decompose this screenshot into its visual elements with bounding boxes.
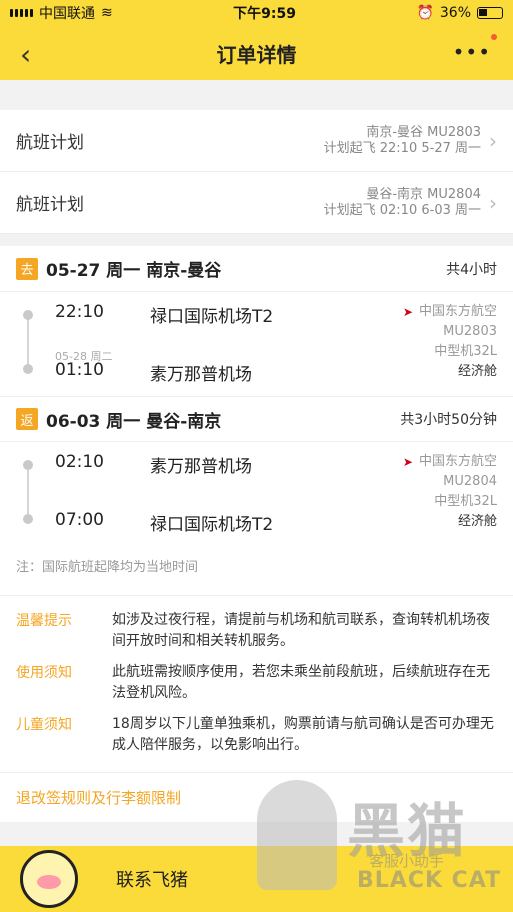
flight-plan-label: 航班计划	[16, 195, 84, 215]
battery-icon	[477, 7, 503, 19]
status-left: 中国联通 ≋	[10, 3, 113, 23]
flight-plan-schedule: 计划起飞 22:10 5-27 周一	[323, 140, 481, 156]
flight-plan-route: 曼谷-南京 MU2804	[366, 186, 481, 202]
tip-value: 如涉及过夜行程，请提前与机场和航司联系，查询转机机场夜间开放时间和相关转机服务。	[112, 612, 490, 649]
outbound-tag: 去	[16, 257, 38, 280]
airline-name: 中国东方航空	[418, 304, 497, 319]
nav-bar: ‹ 订单详情 •••	[0, 26, 513, 80]
airline-info: ➤ 中国东方航空 MU2803 中型机32L 经济舱	[403, 302, 497, 382]
flight-number: MU2803	[443, 324, 497, 339]
carrier-label: 中国联通	[39, 6, 95, 22]
fliggy-mascot-icon	[20, 850, 78, 908]
arrive-time: 01:10	[55, 360, 104, 380]
tip-key: 儿童须知	[16, 717, 72, 733]
status-bar: 中国联通 ≋ 下午9:59 ⏰ 36%	[0, 0, 513, 26]
leg-title: 06-03 周一 曼谷-南京	[46, 411, 222, 432]
spacer	[0, 234, 513, 246]
alarm-icon: ⏰	[416, 5, 434, 21]
aircraft-type: 中型机32L	[434, 494, 497, 509]
cabin-class: 经济舱	[457, 514, 497, 529]
refund-rules-link[interactable]: 退改签规则及行李额限制	[16, 789, 181, 807]
notification-dot	[491, 34, 497, 40]
footer-bar: 联系飞猪	[0, 846, 513, 912]
tip-value: 此航班需按顺序使用，若您未乘坐前段航班，后续航班存在无法登机风险。	[112, 664, 490, 701]
timeline-line	[27, 312, 29, 368]
timeline-dot	[23, 514, 33, 524]
leg-header-outbound: 去 05-27 周一 南京-曼谷 共4小时	[0, 246, 513, 292]
airline-info: ➤ 中国东方航空 MU2804 中型机32L 经济舱	[403, 452, 497, 532]
tip-key: 使用须知	[16, 665, 72, 681]
china-eastern-logo-icon: ➤	[402, 455, 413, 469]
flight-plan-label: 航班计划	[16, 133, 84, 153]
leg-title: 05-27 周一 南京-曼谷	[46, 261, 222, 281]
tip-item: 温馨提示 如涉及过夜行程，请提前与机场和航司联系，查询转机机场夜间开放时间和相关…	[16, 610, 497, 652]
clock: 下午9:59	[233, 6, 296, 22]
timeline-dot	[23, 364, 33, 374]
depart-airport: 禄口国际机场T2	[150, 307, 274, 327]
spacer	[0, 80, 513, 110]
contact-fliggy-button[interactable]: 联系飞猪	[116, 866, 188, 892]
tip-item: 儿童须知 18周岁以下儿童单独乘机，购票前请与航司确认是否可办理无成人陪伴服务，…	[16, 714, 497, 756]
flight-plan-row-1[interactable]: 航班计划 南京-曼谷 MU2803 计划起飞 22:10 5-27 周一 ›	[0, 110, 513, 172]
flight-plan-schedule: 计划起飞 02:10 6-03 周一	[323, 202, 481, 218]
cabin-class: 经济舱	[457, 364, 497, 379]
timeline-dot	[23, 460, 33, 470]
flight-plan-route: 南京-曼谷 MU2803	[366, 124, 481, 140]
flight-number: MU2804	[443, 474, 497, 489]
wifi-icon: ≋	[101, 5, 113, 21]
timeline-dot	[23, 310, 33, 320]
rules-row: 退改签规则及行李额限制	[0, 772, 513, 822]
more-icon[interactable]: •••	[453, 40, 491, 64]
tips-section: 温馨提示 如涉及过夜行程，请提前与机场和航司联系，查询转机机场夜间开放时间和相关…	[0, 595, 513, 772]
aircraft-type: 中型机32L	[434, 344, 497, 359]
signal-icon	[10, 9, 33, 17]
arrive-airport: 素万那普机场	[150, 365, 252, 385]
page-title: 订单详情	[216, 42, 297, 67]
flight-detail-card: 去 05-27 周一 南京-曼谷 共4小时 22:10 禄口国际机场T2 05-…	[0, 246, 513, 595]
depart-time: 22:10	[55, 302, 104, 322]
depart-time: 02:10	[55, 452, 104, 472]
flight-plan-info: 南京-曼谷 MU2803 计划起飞 22:10 5-27 周一 ›	[324, 125, 497, 157]
leg-duration: 共4小时	[446, 261, 497, 278]
leg-body-return: 02:10 素万那普机场 07:00 禄口国际机场T2 ➤ 中国东方航空 MU28…	[0, 442, 513, 546]
local-time-note: 注：国际航班起降均为当地时间	[16, 560, 199, 575]
back-icon[interactable]: ‹	[20, 38, 31, 71]
battery-percent: 36%	[439, 5, 471, 21]
flight-plan-row-2[interactable]: 航班计划 曼谷-南京 MU2804 计划起飞 02:10 6-03 周一 ›	[0, 172, 513, 234]
arrive-airport: 禄口国际机场T2	[150, 515, 274, 535]
status-right: ⏰ 36%	[416, 5, 503, 21]
return-tag: 返	[16, 408, 38, 430]
flight-plan-info: 曼谷-南京 MU2804 计划起飞 02:10 6-03 周一 ›	[324, 187, 497, 219]
arrive-time: 07:00	[55, 510, 104, 530]
timeline-line	[27, 462, 29, 518]
leg-body-outbound: 22:10 禄口国际机场T2 05-28 周二 01:10 素万那普机场 ➤ 中国…	[0, 292, 513, 396]
depart-airport: 素万那普机场	[150, 457, 252, 477]
tip-item: 使用须知 此航班需按顺序使用，若您未乘坐前段航班，后续航班存在无法登机风险。	[16, 662, 497, 704]
chevron-right-icon: ›	[489, 190, 497, 215]
tip-key: 温馨提示	[16, 613, 72, 629]
tip-value: 18周岁以下儿童单独乘机，购票前请与航司确认是否可办理无成人陪伴服务，以免影响出…	[112, 716, 494, 753]
airline-name: 中国东方航空	[418, 454, 497, 469]
china-eastern-logo-icon: ➤	[402, 305, 413, 319]
leg-duration: 共3小时50分钟	[400, 412, 497, 428]
leg-header-return: 返 06-03 周一 曼谷-南京 共3小时50分钟	[0, 396, 513, 442]
flight-plan-card: 航班计划 南京-曼谷 MU2803 计划起飞 22:10 5-27 周一 › 航…	[0, 110, 513, 234]
chevron-right-icon: ›	[489, 128, 497, 153]
